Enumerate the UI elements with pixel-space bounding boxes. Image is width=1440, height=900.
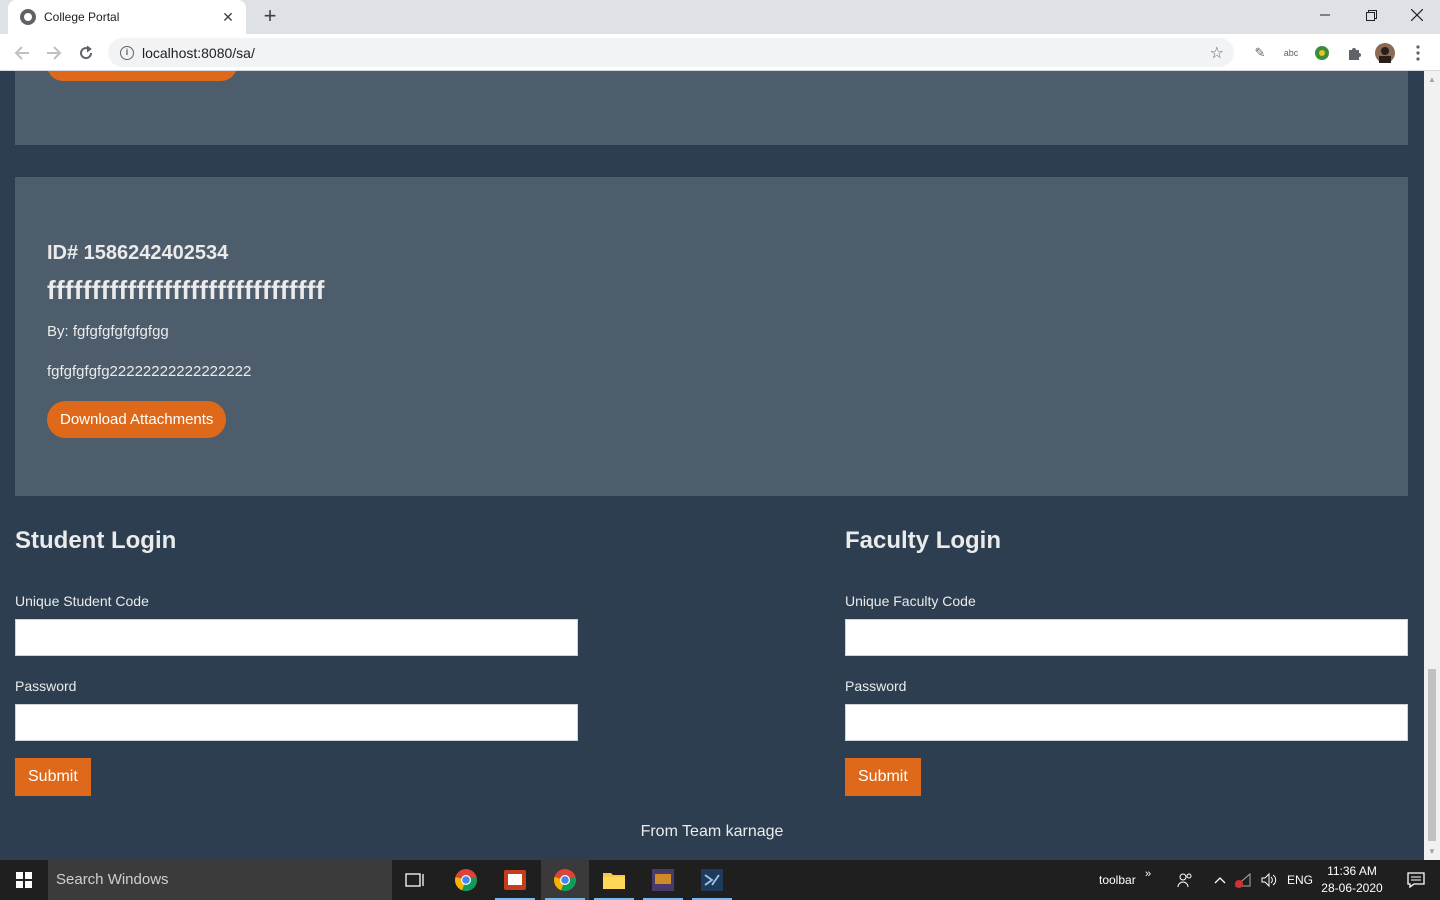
globe-icon xyxy=(20,9,36,25)
tab-title: College Portal xyxy=(44,10,120,24)
tab-close-icon[interactable]: ✕ xyxy=(220,9,236,26)
faculty-password-label: Password xyxy=(845,678,907,694)
back-arrow-icon xyxy=(14,46,29,60)
scroll-down-arrow-icon[interactable]: ▼ xyxy=(1428,847,1436,856)
profile-avatar[interactable] xyxy=(1375,43,1395,63)
faculty-login-form: Faculty Login Unique Faculty Code Passwo… xyxy=(845,527,1408,796)
extensions-puzzle-icon[interactable] xyxy=(1344,43,1364,63)
chrome-active-taskbar-icon[interactable] xyxy=(541,860,589,900)
student-login-heading: Student Login xyxy=(15,527,177,554)
faculty-code-label: Unique Faculty Code xyxy=(845,593,976,609)
clock-date: 28-06-2020 xyxy=(1321,881,1383,895)
language-indicator[interactable]: ENG xyxy=(1287,860,1313,900)
restore-button[interactable] xyxy=(1348,0,1394,30)
more-menu-icon[interactable] xyxy=(1408,43,1428,63)
info-icon[interactable]: i xyxy=(120,45,134,60)
volume-icon[interactable] xyxy=(1256,860,1282,900)
forward-button[interactable] xyxy=(42,41,66,65)
scroll-up-arrow-icon[interactable]: ▲ xyxy=(1428,75,1436,84)
reload-button[interactable] xyxy=(74,41,98,65)
post-card: ID# 1586242402534 ffffffffffffffffffffff… xyxy=(15,177,1408,496)
url-text: localhost:8080/sa/ xyxy=(142,44,255,61)
people-icon[interactable] xyxy=(1170,860,1200,900)
post-body: fgfgfgfgfg22222222222222222 xyxy=(47,363,252,380)
close-icon xyxy=(1411,9,1423,21)
extension-pen-icon[interactable]: ✎ xyxy=(1250,43,1270,63)
minimize-button[interactable] xyxy=(1302,0,1348,30)
page-scrollbar[interactable]: ▲ ▼ xyxy=(1424,71,1440,860)
student-submit-button[interactable]: Submit xyxy=(15,758,91,796)
post-id: ID# 1586242402534 xyxy=(47,242,229,264)
windows-logo-icon xyxy=(16,872,32,888)
browser-toolbar: i localhost:8080/sa/ ☆ ✎ abc xyxy=(0,34,1440,71)
browser-tabstrip: College Portal ✕ + xyxy=(0,0,1440,34)
student-code-input[interactable] xyxy=(15,619,578,656)
student-password-input[interactable] xyxy=(15,704,578,741)
footer-credit: From Team karnage xyxy=(640,823,784,840)
faculty-login-heading: Faculty Login xyxy=(845,527,1001,554)
student-password-label: Password xyxy=(15,678,77,694)
reload-icon xyxy=(80,45,93,60)
notification-center-icon[interactable] xyxy=(1392,860,1440,900)
faculty-password-input[interactable] xyxy=(845,704,1408,741)
task-view-icon[interactable] xyxy=(392,860,440,900)
previous-download-button[interactable] xyxy=(47,71,237,81)
vscode-taskbar-icon[interactable] xyxy=(688,860,736,900)
scrollbar-thumb[interactable] xyxy=(1428,669,1436,841)
clock-time: 11:36 AM xyxy=(1327,864,1377,878)
download-attachments-button[interactable]: Download Attachments xyxy=(47,401,227,438)
minimize-icon xyxy=(1320,14,1330,16)
toolbar-label[interactable]: toolbar xyxy=(1099,860,1136,900)
bookmark-star-icon[interactable]: ☆ xyxy=(1210,43,1224,63)
start-button[interactable] xyxy=(0,860,48,900)
taskbar-search[interactable]: Search Windows xyxy=(48,860,392,900)
extension-abbr-icon[interactable]: abc xyxy=(1281,43,1301,63)
faculty-submit-button[interactable]: Submit xyxy=(845,758,921,796)
post-title: fffffffffffffffffffffffffffffff xyxy=(47,275,325,305)
restore-icon xyxy=(1365,9,1377,21)
close-window-button[interactable] xyxy=(1394,0,1440,30)
address-bar[interactable]: i localhost:8080/sa/ ☆ xyxy=(108,38,1234,67)
browser-tab[interactable]: College Portal ✕ xyxy=(8,0,246,34)
windows-taskbar: Search Windows toolbar » ENG 11:36 AM 28… xyxy=(0,860,1440,900)
student-login-form: Student Login Unique Student Code Passwo… xyxy=(15,527,578,796)
page-content: ID# 1586242402534 ffffffffffffffffffffff… xyxy=(0,71,1424,860)
faculty-code-input[interactable] xyxy=(845,619,1408,656)
toolbar-expand-icon[interactable]: » xyxy=(1145,854,1151,894)
chrome-taskbar-icon[interactable] xyxy=(442,860,490,900)
previous-post-card xyxy=(15,71,1408,145)
forward-arrow-icon xyxy=(47,46,62,60)
presentation-app-taskbar-icon[interactable] xyxy=(491,860,539,900)
game-app-taskbar-icon[interactable] xyxy=(639,860,687,900)
back-button[interactable] xyxy=(10,41,34,65)
network-status-icon[interactable] xyxy=(1230,860,1256,900)
new-tab-button[interactable]: + xyxy=(258,5,282,29)
file-explorer-taskbar-icon[interactable] xyxy=(590,860,638,900)
student-code-label: Unique Student Code xyxy=(15,593,149,609)
post-author: By: fgfgfgfgfgfgfgg xyxy=(47,323,169,340)
extension-globe-icon[interactable] xyxy=(1312,43,1332,63)
taskbar-clock[interactable]: 11:36 AM 28-06-2020 xyxy=(1318,863,1386,897)
